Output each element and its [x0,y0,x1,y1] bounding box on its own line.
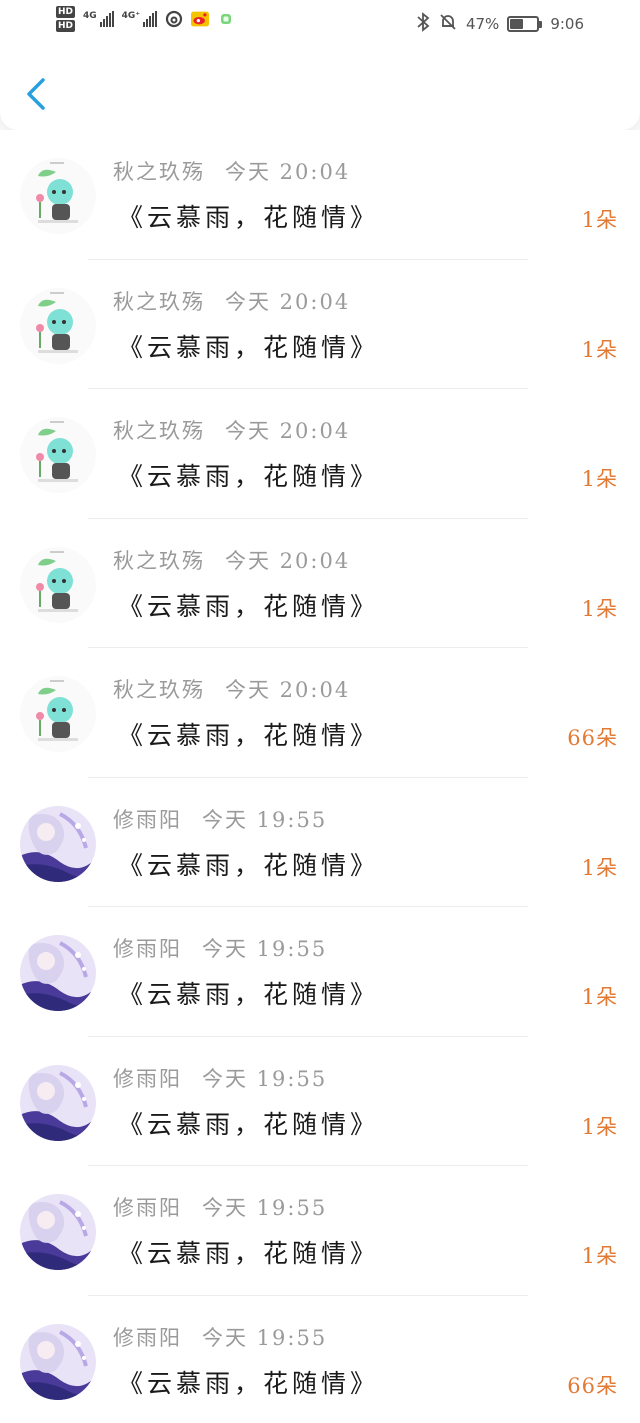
avatar[interactable] [20,1064,96,1141]
weibo-icon [191,10,210,28]
hd-badge-2: HD [56,20,76,32]
sender-name: 秋之玖殇 [113,160,205,184]
avatar[interactable] [20,417,96,493]
work-title: 《云慕雨，花随情》 [118,1239,380,1268]
avatar[interactable] [20,805,96,882]
work-title: 《云慕雨，花随情》 [118,203,380,232]
avatar[interactable] [20,546,96,623]
back-button[interactable] [18,74,54,114]
battery-percent: 47% [465,15,500,33]
flower-count: 1朵 [581,337,618,362]
send-time: 今天 20:04 [225,160,351,184]
mute-bell-icon [438,12,458,36]
avatar[interactable] [20,676,96,752]
notification-dot-icon [217,10,235,28]
clock: 9:06 [550,15,584,33]
sender-name: 修雨阳 [113,937,182,961]
bluetooth-icon [416,12,430,36]
item-meta: 秋之玖殇 今天 20:04 [113,674,350,704]
flower-gift-list: 秋之玖殇 今天 20:04 《云慕雨，花随情》 1朵 秋之玖殇 今天 20:04… [0,130,640,1423]
status-bar: HD HD 4G 4G⁺ 47% 9:06 [0,0,640,46]
list-item-2[interactable]: 秋之玖殇 今天 20:04 《云慕雨，花随情》 1朵 [0,260,640,389]
flower-count: 1朵 [581,467,618,491]
avatar[interactable] [20,287,96,364]
send-time: 今天 19:55 [202,1196,328,1220]
list-item-1[interactable]: 秋之玖殇 今天 20:04 《云慕雨，花随情》 1朵 [0,130,640,260]
work-title: 《云慕雨，花随情》 [118,591,380,621]
work-title: 《云慕雨，花随情》 [118,332,380,362]
item-meta: 秋之玖殇 今天 20:04 [113,156,350,186]
avatar[interactable] [20,1323,96,1400]
work-title: 《云慕雨，花随情》 [118,1109,380,1139]
item-meta: 修雨阳 今天 19:55 [113,933,327,963]
send-time: 今天 20:04 [225,419,351,443]
work-title: 《云慕雨，花随情》 [118,980,380,1009]
list-item-10[interactable]: 修雨阳 今天 19:55 《云慕雨，花随情》 66朵 [0,1296,640,1423]
sender-name: 秋之玖殇 [113,548,205,573]
item-meta: 秋之玖殇 今天 20:04 [113,415,350,445]
send-time: 今天 19:55 [202,1066,328,1091]
flower-count: 66朵 [567,726,618,750]
list-item-9[interactable]: 修雨阳 今天 19:55 《云慕雨，花随情》 1朵 [0,1166,640,1296]
send-time: 今天 19:55 [202,1325,328,1350]
sender-name: 修雨阳 [113,1325,182,1350]
item-meta: 秋之玖殇 今天 20:04 [113,545,350,575]
send-time: 今天 20:04 [225,289,351,314]
netease-music-icon [165,10,183,28]
work-title: 《云慕雨，花随情》 [118,462,380,491]
flower-count: 66朵 [567,1373,618,1398]
flower-count: 1朵 [581,1244,618,1268]
list-item-4[interactable]: 秋之玖殇 今天 20:04 《云慕雨，花随情》 1朵 [0,519,640,648]
sender-name: 秋之玖殇 [113,289,205,314]
work-title: 《云慕雨，花随情》 [118,850,380,880]
work-title: 《云慕雨，花随情》 [118,721,380,750]
hd-badge-1: HD [56,6,76,18]
list-item-7[interactable]: 修雨阳 今天 19:55 《云慕雨，花随情》 1朵 [0,907,640,1037]
flower-count: 1朵 [581,596,618,621]
list-item-5[interactable]: 秋之玖殇 今天 20:04 《云慕雨，花随情》 66朵 [0,648,640,778]
avatar[interactable] [20,1194,96,1270]
sender-name: 修雨阳 [113,1196,182,1220]
item-meta: 修雨阳 今天 19:55 [113,1192,327,1222]
item-meta: 修雨阳 今天 19:55 [113,804,327,834]
flower-count: 1朵 [581,855,618,880]
list-item-6[interactable]: 修雨阳 今天 19:55 《云慕雨，花随情》 1朵 [0,778,640,907]
battery-icon [507,16,543,32]
list-item-8[interactable]: 修雨阳 今天 19:55 《云慕雨，花随情》 1朵 [0,1037,640,1166]
avatar[interactable] [20,935,96,1011]
send-time: 今天 20:04 [225,548,351,573]
item-meta: 修雨阳 今天 19:55 [113,1063,327,1093]
sender-name: 修雨阳 [113,1066,182,1091]
signal-2-icon: 4G⁺ [122,11,158,27]
sender-name: 修雨阳 [113,807,182,832]
signal-1-icon: 4G [83,11,114,27]
item-meta: 修雨阳 今天 19:55 [113,1322,327,1352]
chevron-left-icon [27,78,45,110]
send-time: 今天 19:55 [202,807,328,832]
avatar[interactable] [20,158,96,234]
item-meta: 秋之玖殇 今天 20:04 [113,286,350,316]
flower-count: 1朵 [581,985,618,1009]
sender-name: 秋之玖殇 [113,678,205,702]
send-time: 今天 19:55 [202,937,328,961]
flower-count: 1朵 [581,1114,618,1139]
work-title: 《云慕雨，花随情》 [118,1368,380,1398]
send-time: 今天 20:04 [225,678,351,702]
list-item-3[interactable]: 秋之玖殇 今天 20:04 《云慕雨，花随情》 1朵 [0,389,640,519]
sender-name: 秋之玖殇 [113,419,205,443]
flower-count: 1朵 [581,208,618,232]
